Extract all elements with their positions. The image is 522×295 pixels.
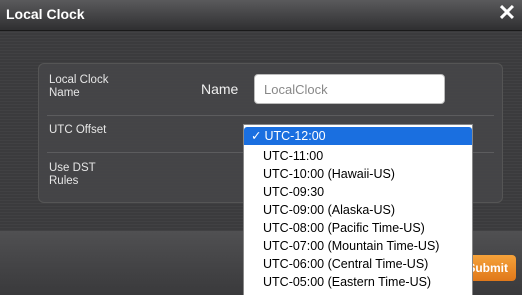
dropdown-option-selected[interactable]: ✓ UTC-12:00	[244, 127, 472, 145]
option-label: UTC-12:00	[264, 129, 326, 143]
utc-offset-dropdown[interactable]: ✓ UTC-12:00 UTC-11:00 UTC-10:00 (Hawaii-U…	[243, 124, 473, 295]
dropdown-option[interactable]: UTC-07:00 (Mountain Time-US)	[244, 237, 472, 255]
dropdown-option[interactable]: UTC-11:00	[244, 147, 472, 165]
dropdown-option[interactable]: UTC-09:00 (Alaska-US)	[244, 201, 472, 219]
dropdown-option[interactable]: UTC-08:00 (Pacific Time-US)	[244, 219, 472, 237]
name-label: Name	[201, 81, 239, 97]
row-label-use-dst-rules: Use DST Rules	[49, 162, 96, 187]
row-label-utc-offset: UTC Offset	[49, 124, 107, 136]
name-input[interactable]	[254, 74, 445, 104]
window-title: Local Clock	[6, 6, 85, 22]
close-icon[interactable]: ✕	[496, 2, 518, 24]
dropdown-option[interactable]: UTC-06:00 (Central Time-US)	[244, 255, 472, 273]
checkmark-icon: ✓	[251, 129, 262, 143]
title-bar: Local Clock ✕	[0, 0, 522, 31]
dropdown-option[interactable]: UTC-05:00 (Eastern Time-US)	[244, 273, 472, 291]
dropdown-option[interactable]: UTC-09:30	[244, 183, 472, 201]
dropdown-option[interactable]: UTC-10:00 (Hawaii-US)	[244, 165, 472, 183]
row-label-local-clock-name: Local Clock Name	[49, 74, 109, 99]
divider	[47, 115, 494, 116]
